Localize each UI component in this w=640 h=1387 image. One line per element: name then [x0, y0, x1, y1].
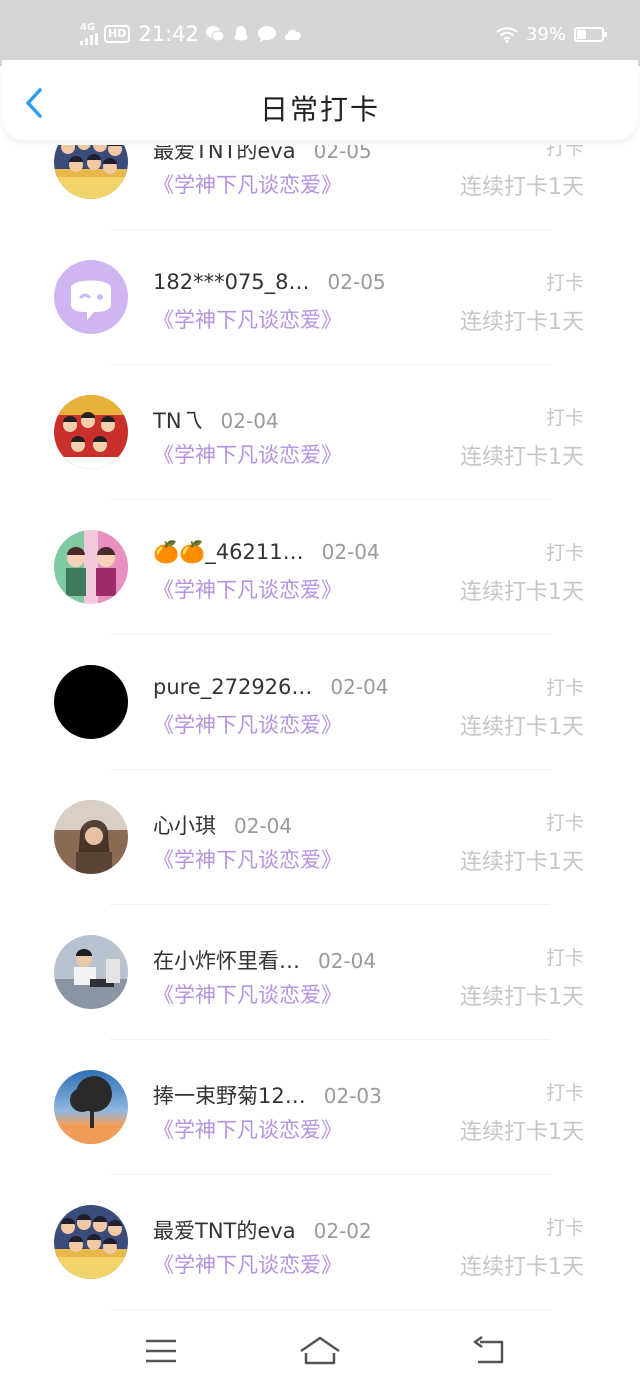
streak-text: 连续打卡1天: [460, 1120, 584, 1145]
row-divider: [110, 1309, 550, 1310]
checkin-row[interactable]: 182***075_8… 02-05 《学神下凡谈恋爱》 打卡连续打卡1天: [0, 230, 640, 365]
book-title[interactable]: 《学神下凡谈恋爱》: [153, 574, 342, 604]
book-title[interactable]: 《学神下凡谈恋爱》: [153, 844, 342, 874]
checkin-row[interactable]: 最爱TNT的eva 02-02 《学神下凡谈恋爱》 打卡连续打卡1天: [0, 1175, 640, 1310]
checkin-date: 02-05: [327, 270, 386, 294]
header: 日常打卡: [2, 60, 638, 140]
checkin-row[interactable]: 最爱TNT的eva 02-05 《学神下凡谈恋爱》 打卡连续打卡1天: [0, 145, 640, 230]
username[interactable]: 182***075_8…: [153, 270, 310, 294]
streak-text: 连续打卡1天: [460, 175, 584, 200]
book-title[interactable]: 《学神下凡谈恋爱》: [153, 304, 342, 334]
book-title[interactable]: 《学神下凡谈恋爱》: [153, 979, 342, 1009]
streak-text: 连续打卡1天: [460, 580, 584, 605]
wifi-icon: [496, 26, 518, 43]
status-bar: 4G HD 21:42 39%: [0, 0, 640, 66]
username[interactable]: 在小炸怀里看…: [153, 945, 300, 975]
status-time: 21:42: [138, 22, 199, 46]
username[interactable]: 捧一束野菊12…: [153, 1080, 306, 1110]
checkin-user-line: TN乁 02-04: [153, 405, 279, 435]
streak-text: 连续打卡1天: [460, 715, 584, 740]
battery-fill: [577, 30, 587, 39]
checkin-label: 打卡: [545, 947, 584, 969]
page-title: 日常打卡: [259, 93, 380, 126]
home-icon[interactable]: [297, 1333, 343, 1369]
checkin-date: 02-05: [313, 145, 372, 163]
book-title[interactable]: 《学神下凡谈恋爱》: [153, 439, 342, 469]
checkin-user-line: 🍊🍊_46211… 02-04: [153, 540, 380, 565]
checkin-label: 打卡: [545, 1082, 584, 1104]
username[interactable]: TN乁: [153, 405, 203, 435]
network-type: 4G: [80, 22, 96, 33]
checkin-label: 打卡: [545, 272, 584, 294]
username[interactable]: pure_272926…: [153, 675, 312, 699]
battery-percent: 39%: [525, 24, 566, 45]
cloud-icon: [284, 29, 301, 40]
checkin-list[interactable]: 最爱TNT的eva 02-05 《学神下凡谈恋爱》 打卡 连续打卡1天 182***075…: [0, 145, 640, 1315]
checkin-date: 02-04: [321, 540, 380, 564]
menu-icon[interactable]: [141, 1333, 181, 1369]
checkin-date: 02-04: [220, 409, 279, 433]
checkin-row[interactable]: pure_272926… 02-04 《学神下凡谈恋爱》 打卡连续打卡1天: [0, 635, 640, 770]
book-title[interactable]: 《学神下凡谈恋爱》: [153, 709, 342, 739]
checkin-row[interactable]: 心小琪 02-04 《学神下凡谈恋爱》 打卡连续打卡1天: [0, 770, 640, 905]
checkin-date: 02-04: [234, 814, 293, 838]
avatar[interactable]: [54, 395, 128, 469]
checkin-user-line: 最爱TNT的eva 02-02: [153, 1215, 372, 1245]
checkin-user-line: 在小炸怀里看… 02-04: [153, 945, 376, 975]
checkin-user-line: 捧一束野菊12… 02-03: [153, 1080, 382, 1110]
checkin-date: 02-03: [323, 1084, 382, 1108]
avatar[interactable]: [54, 1070, 128, 1144]
wechat-icon: [205, 26, 225, 42]
qq-icon: [234, 26, 248, 41]
avatar[interactable]: [54, 530, 128, 604]
checkin-user-line: 最爱TNT的eva 02-05: [153, 145, 372, 165]
username[interactable]: 最爱TNT的eva: [153, 145, 296, 165]
status-right: 39%: [496, 24, 607, 45]
checkin-label: 打卡: [545, 812, 584, 834]
network-indicator: 4G: [80, 23, 98, 45]
checkin-user-line: pure_272926… 02-04: [153, 675, 389, 699]
streak-text: 连续打卡1天: [460, 1255, 584, 1280]
message-icon: [257, 26, 276, 42]
checkin-date: 02-04: [318, 949, 377, 973]
streak-text: 连续打卡1天: [460, 310, 584, 335]
streak-text: 连续打卡1天: [460, 985, 584, 1010]
avatar[interactable]: [54, 145, 128, 199]
avatar[interactable]: [54, 260, 128, 334]
checkin-date: 02-04: [330, 675, 389, 699]
checkin-date: 02-02: [313, 1219, 372, 1243]
username[interactable]: 最爱TNT的eva: [153, 1215, 296, 1245]
back-icon[interactable]: [470, 1333, 510, 1369]
hd-badge: HD: [104, 25, 131, 43]
system-navbar: [0, 1315, 640, 1387]
checkin-label: 打卡: [545, 1217, 584, 1239]
streak-text: 连续打卡1天: [460, 445, 584, 470]
checkin-list-inner: 最爱TNT的eva 02-05 《学神下凡谈恋爱》 打卡 连续打卡1天 182***075…: [0, 145, 640, 1310]
checkin-label: 打卡: [545, 677, 584, 699]
username[interactable]: 心小琪: [153, 810, 216, 840]
battery-icon: [574, 27, 607, 42]
avatar[interactable]: [54, 935, 128, 1009]
status-left: 4G HD 21:42: [80, 22, 303, 46]
avatar[interactable]: [54, 800, 128, 874]
book-title[interactable]: 《学神下凡谈恋爱》: [153, 1114, 342, 1144]
signal-icon: [80, 33, 98, 45]
avatar[interactable]: [54, 1205, 128, 1279]
streak-text: 连续打卡1天: [460, 850, 584, 875]
book-title[interactable]: 《学神下凡谈恋爱》: [153, 1249, 342, 1279]
book-title[interactable]: 《学神下凡谈恋爱》: [153, 169, 342, 199]
avatar[interactable]: [54, 665, 128, 739]
checkin-row[interactable]: 在小炸怀里看… 02-04 《学神下凡谈恋爱》 打卡连续打卡1天: [0, 905, 640, 1040]
checkin-label: 打卡: [545, 145, 584, 159]
checkin-row[interactable]: TN乁 02-04 《学神下凡谈恋爱》 打卡连续打卡1天: [0, 365, 640, 500]
username[interactable]: 🍊🍊_46211…: [153, 540, 304, 565]
checkin-label: 打卡: [545, 407, 584, 429]
checkin-row[interactable]: 捧一束野菊12… 02-03 《学神下凡谈恋爱》 打卡连续打卡1天: [0, 1040, 640, 1175]
checkin-label: 打卡: [545, 542, 584, 564]
checkin-user-line: 心小琪 02-04: [153, 810, 292, 840]
checkin-user-line: 182***075_8… 02-05: [153, 270, 386, 294]
checkin-row[interactable]: 🍊🍊_46211… 02-04 《学神下凡谈恋爱》 打卡连续打卡1天: [0, 500, 640, 635]
